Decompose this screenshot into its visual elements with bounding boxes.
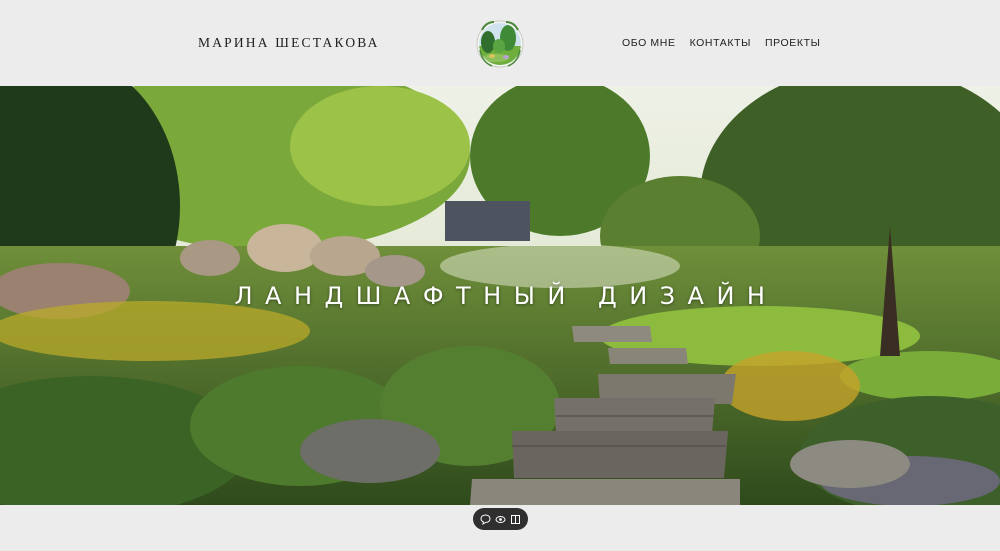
main-nav: ОБО МНЕ КОНТАКТЫ ПРОЕКТЫ <box>622 37 821 49</box>
hero-banner: ЛАНДШАФТНЫЙ ДИЗАЙН <box>0 86 1000 505</box>
nav-contacts[interactable]: КОНТАКТЫ <box>690 37 751 49</box>
site-header: МАРИНА ШЕСТАКОВА ОБО МНЕ КОНТАКТЫ ПРОЕКТ… <box>0 0 1000 86</box>
garden-logo-icon[interactable] <box>474 16 526 70</box>
floating-toolbar <box>473 508 528 530</box>
book-icon[interactable] <box>510 514 521 525</box>
chat-icon[interactable] <box>480 513 491 525</box>
hero-title: ЛАНДШАФТНЫЙ ДИЗАЙН <box>234 282 778 310</box>
nav-projects[interactable]: ПРОЕКТЫ <box>765 37 821 49</box>
nav-about[interactable]: ОБО МНЕ <box>622 37 676 49</box>
eye-icon[interactable] <box>495 514 506 525</box>
brand-name[interactable]: МАРИНА ШЕСТАКОВА <box>198 35 380 51</box>
